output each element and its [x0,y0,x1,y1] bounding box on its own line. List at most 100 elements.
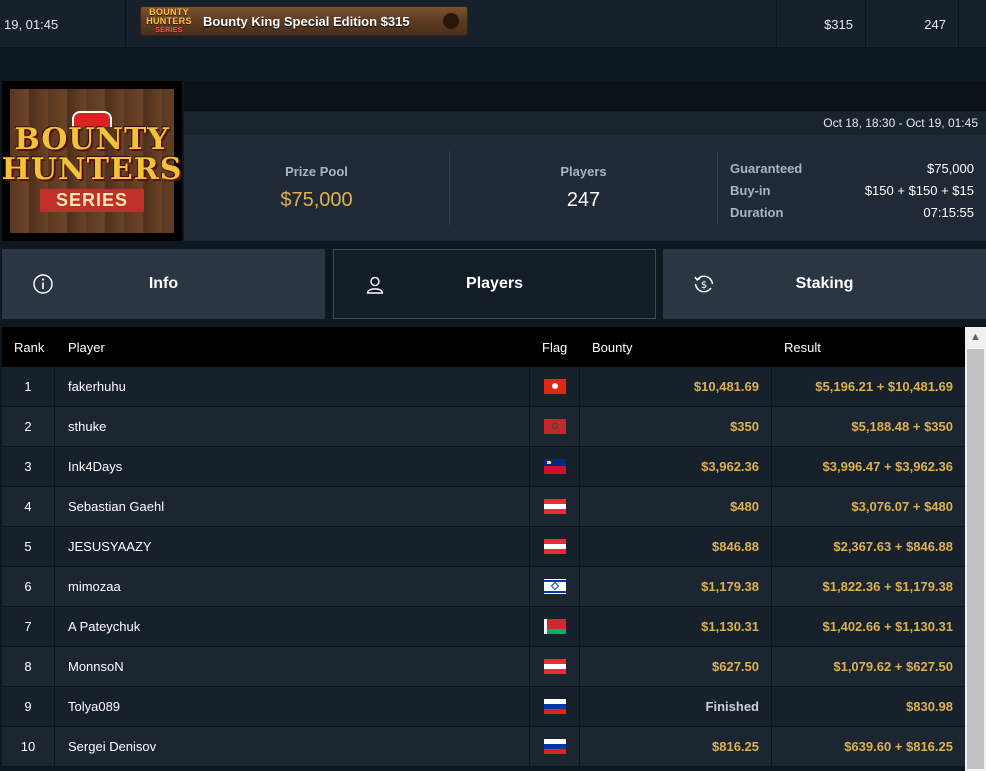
bounty-cell: $816.25 [580,727,772,766]
flag-cell [530,527,580,566]
tournament-details: Guaranteed $75,000 Buy-in $150 + $150 + $1… [730,157,974,223]
flag-cell [530,407,580,446]
flag-cell [530,687,580,726]
table-row[interactable]: 4 Sebastian Gaehl $480 $3,076.07 + $480 [2,487,965,527]
tab-players-label: Players [466,275,523,292]
row-buyin: $315 [824,16,853,32]
bounty-cell: $3,962.36 [580,447,772,486]
date-strip: Oct 18, 18:30 - Oct 19, 01:45 [184,111,986,135]
flag-cell [530,607,580,646]
info-icon [33,274,53,294]
flag-cell [530,647,580,686]
player-name[interactable]: Sergei Denisov [55,727,530,766]
players-table: Rank Player Flag Bounty Result 1 fakerhuh… [2,327,965,771]
prize-pool-value: $75,000 [280,189,353,211]
players-label: Players [560,164,607,179]
table-row[interactable]: 7A Pateychuk $1,130.31 $1,402.66 + $1,130.… [2,607,965,647]
table-row[interactable]: 8 MonnsoN $627.50 $1,079.62 + $627.50 [2,647,965,687]
rank-cell: 6 [2,567,55,606]
svg-text:$: $ [701,280,707,291]
rank-cell: 10 [2,727,55,766]
row-players: 247 [924,16,946,32]
player-name[interactable]: mimozaa [55,567,530,606]
player-name[interactable]: JESUSYAAZY [55,527,530,566]
player-name[interactable]: sthuke [55,407,530,446]
rank-cell: 1 [2,367,55,406]
col-result[interactable]: Result [772,327,965,367]
player-name[interactable]: Sebastian Gaehl [55,487,530,526]
tournament-logo: BOUNTY HUNTERS SERIES [2,81,182,241]
bounty-cell: $846.88 [580,527,772,566]
result-cell: $1,822.36 + $1,179.38 [822,579,953,594]
flag-ru-icon [543,739,566,754]
player-name[interactable]: MonnsoN [55,647,530,686]
col-rank[interactable]: Rank [2,327,55,367]
bounty-cell: Finished [580,687,772,726]
banner-tear-decoration [443,13,459,29]
user-icon [366,276,384,294]
row-datetime: 19, 01:45 [4,16,59,32]
bounty-cell: $1,130.31 [580,607,772,646]
bounty-cell: $627.50 [580,647,772,686]
detail-guaranteed: Guaranteed $75,000 [730,160,974,176]
table-row[interactable]: 6 mimozaa $1,179.38 $1,822.36 + $1,179.38 [2,567,965,607]
rank-cell: 2 [2,407,55,446]
tab-info[interactable]: Info [2,249,325,319]
flag-at-icon [543,499,566,514]
scrollbar[interactable]: ▲ [965,327,986,771]
col-player[interactable]: Player [55,327,530,367]
detail-buyin: Buy-in $150 + $150 + $15 [730,182,974,198]
banner-title: Bounty King Special Edition $315 [203,13,410,29]
result-cell: $639.60 + $816.25 [844,739,953,754]
col-bounty[interactable]: Bounty [580,327,772,367]
table-row[interactable]: 1 fakerhuhu $10,481.69 $5,196.21 + $10,481.… [2,367,965,407]
prize-pool-stat: Prize Pool $75,000 [184,135,449,241]
scroll-thumb[interactable] [967,349,984,769]
flag-at-icon [543,539,566,554]
spacer [0,49,986,81]
tournament-list-row[interactable]: 19, 01:45 BOUNTY HUNTERS SERIES Bounty K… [0,0,986,48]
flag-il-icon [543,579,566,594]
tab-staking[interactable]: $ Staking [663,249,986,319]
rank-cell: 7 [2,607,55,646]
flag-at-icon [543,659,566,674]
col-flag[interactable]: Flag [530,327,580,367]
player-name[interactable]: fakerhuhu [55,367,530,406]
date-range: Oct 18, 18:30 - Oct 19, 01:45 [823,116,978,130]
flag-by-icon [543,619,566,634]
flag-ma-icon [543,419,566,434]
tab-staking-label: Staking [795,275,854,292]
player-name[interactable]: A Pateychuk [55,607,530,646]
table-header: Rank Player Flag Bounty Result [2,327,965,367]
scroll-up-icon[interactable]: ▲ [965,327,986,347]
tab-info-label: Info [148,275,179,292]
table-row[interactable]: 3 Ink4Days $3,962.36 $3,996.47 + $3,962.36 [2,447,965,487]
bounty-cell: $480 [580,487,772,526]
table-row[interactable]: 10 Sergei Denisov $816.25 $639.60 + $816.25 [2,727,965,767]
player-name[interactable]: Ink4Days [55,447,530,486]
rank-cell: 5 [2,527,55,566]
flag-li-icon [543,459,566,474]
result-cell: $3,996.47 + $3,962.36 [822,459,953,474]
tournament-banner[interactable]: BOUNTY HUNTERS SERIES Bounty King Specia… [140,6,468,36]
dollar-cycle-icon: $ [694,275,714,293]
detail-duration: Duration 07:15:55 [730,204,974,220]
tab-players[interactable]: Players [333,249,656,319]
bounty-cell: $10,481.69 [580,367,772,406]
table-row[interactable]: 9 Tolya089 Finished $830.98 [2,687,965,727]
prize-pool-label: Prize Pool [285,164,348,179]
result-cell: $830.98 [906,699,953,714]
table-row[interactable]: 5 JESUSYAAZY $846.88 $2,367.63 + $846.88 [2,527,965,567]
bounty-cell: $350 [580,407,772,446]
result-cell: $1,402.66 + $1,130.31 [822,619,953,634]
table-row[interactable]: 2 sthuke $350 $5,188.48 + $350 [2,407,965,447]
header-top-bar [184,81,986,111]
flag-cell [530,487,580,526]
rank-cell: 8 [2,647,55,686]
rank-cell: 3 [2,447,55,486]
result-cell: $5,196.21 + $10,481.69 [815,379,953,394]
player-name[interactable]: Tolya089 [55,687,530,726]
flag-ru-icon [543,699,566,714]
tournament-stats: Prize Pool $75,000 Players 247 Guarantee… [184,135,986,241]
flag-cell [530,447,580,486]
